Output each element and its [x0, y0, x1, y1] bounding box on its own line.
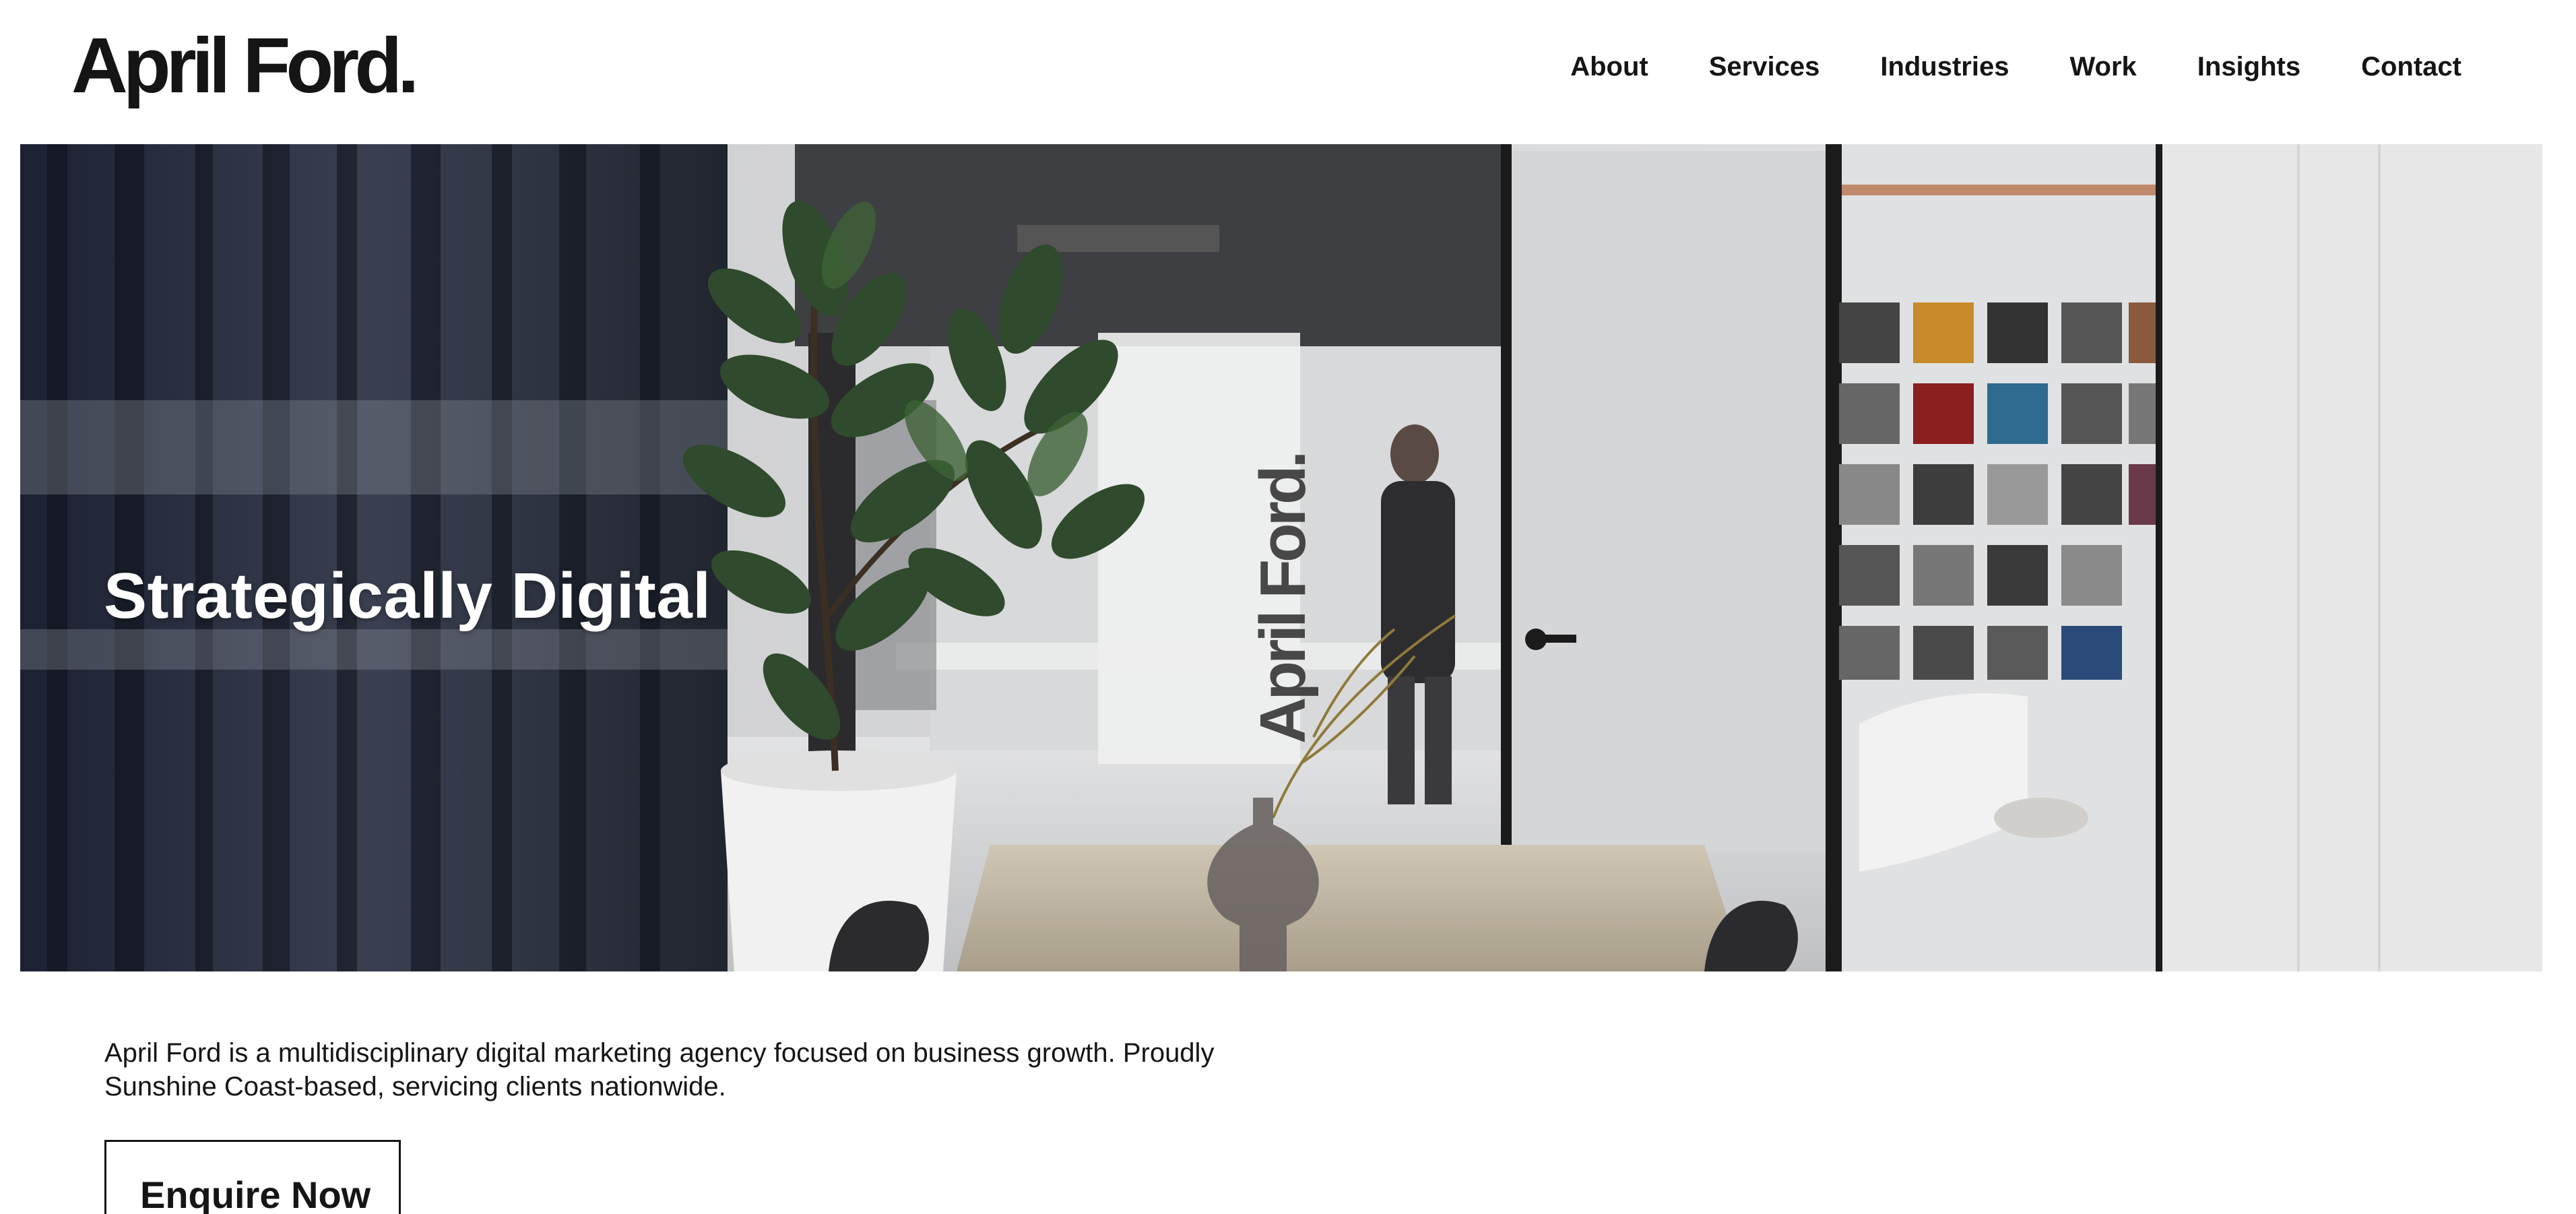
nav-work[interactable]: Work — [2069, 49, 2136, 85]
hero-banner: April Ford. Strategically Digital — [20, 144, 2542, 971]
nav-services[interactable]: Services — [1709, 49, 1820, 85]
nav-industries[interactable]: Industries — [1880, 49, 2009, 85]
main-nav: About Services Industries Work Insights … — [1570, 49, 2461, 85]
site-header: April Ford. About Services Industries Wo… — [0, 0, 2576, 144]
nav-contact[interactable]: Contact — [2361, 49, 2461, 85]
site-logo[interactable]: April Ford. — [71, 19, 419, 113]
intro-paragraph: April Ford is a multidisciplinary digita… — [104, 1038, 1215, 1101]
hero-title: Strategically Digital — [104, 560, 711, 632]
wall-logo-signage: April Ford. — [1247, 453, 1319, 744]
enquire-now-button[interactable]: Enquire Now — [104, 1140, 401, 1214]
nav-about[interactable]: About — [1570, 49, 1648, 85]
nav-insights[interactable]: Insights — [2197, 49, 2300, 85]
